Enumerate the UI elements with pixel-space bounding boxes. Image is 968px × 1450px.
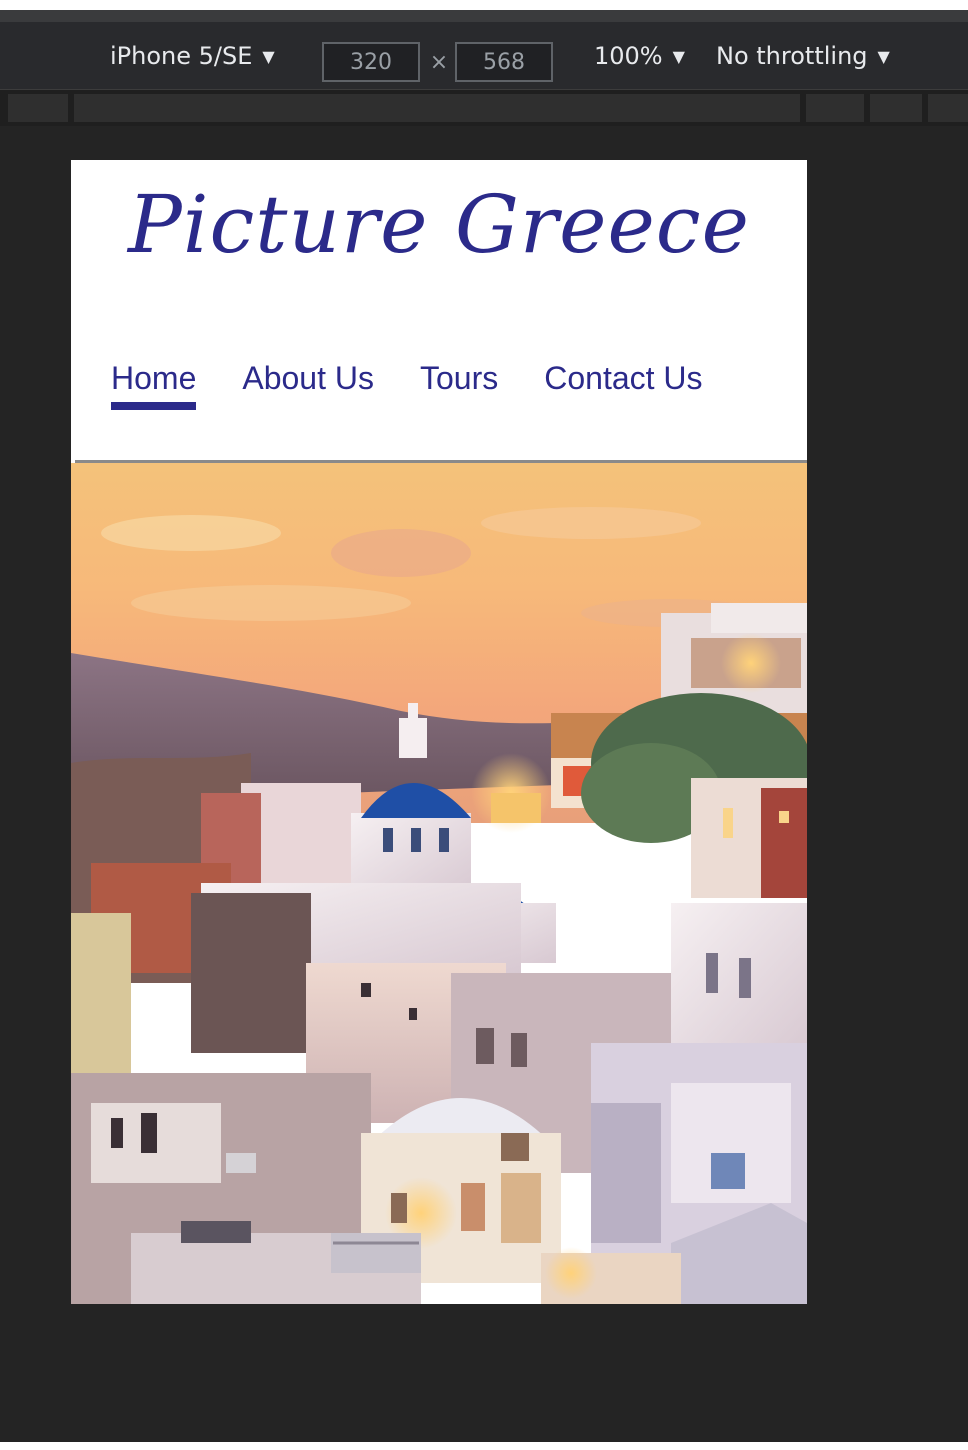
ruler-segment[interactable]	[806, 94, 864, 122]
nav-contact-us[interactable]: Contact Us	[544, 360, 702, 412]
width-input[interactable]: 320	[322, 42, 420, 82]
zoom-select[interactable]: 100% ▼	[594, 22, 685, 90]
caret-down-icon: ▼	[877, 46, 890, 66]
height-input[interactable]: 568	[455, 42, 553, 82]
caret-down-icon: ▼	[672, 46, 685, 66]
ruler-segment[interactable]	[928, 94, 968, 122]
ruler-segment[interactable]	[870, 94, 922, 122]
media-query-ruler	[0, 90, 968, 126]
santorini-photo	[71, 463, 807, 1304]
zoom-select-label: 100%	[594, 42, 663, 70]
ruler-segment[interactable]	[74, 94, 800, 122]
caret-down-icon: ▼	[262, 46, 275, 66]
main-nav: Home About Us Tours Contact Us	[111, 360, 749, 412]
device-select-label: iPhone 5/SE	[110, 42, 253, 70]
nav-about-us[interactable]: About Us	[242, 360, 374, 412]
throttling-select-label: No throttling	[716, 42, 868, 70]
ruler-segment[interactable]	[8, 94, 68, 122]
times-icon: ×	[429, 49, 449, 75]
throttling-select[interactable]: No throttling ▼	[716, 22, 890, 90]
nav-home[interactable]: Home	[111, 360, 197, 412]
site-title: Picture Greece	[128, 178, 750, 271]
emulated-viewport: Picture Greece Home About Us Tours Conta…	[71, 160, 807, 1304]
device-select[interactable]: iPhone 5/SE ▼	[110, 22, 275, 90]
devtools-top-strip	[0, 10, 968, 22]
hero-image	[71, 463, 807, 1304]
device-toolbar: iPhone 5/SE ▼ 320 × 568 100% ▼ No thrott…	[0, 22, 968, 90]
site-header: Picture Greece Home About Us Tours Conta…	[71, 160, 807, 462]
nav-tours[interactable]: Tours	[420, 360, 498, 412]
